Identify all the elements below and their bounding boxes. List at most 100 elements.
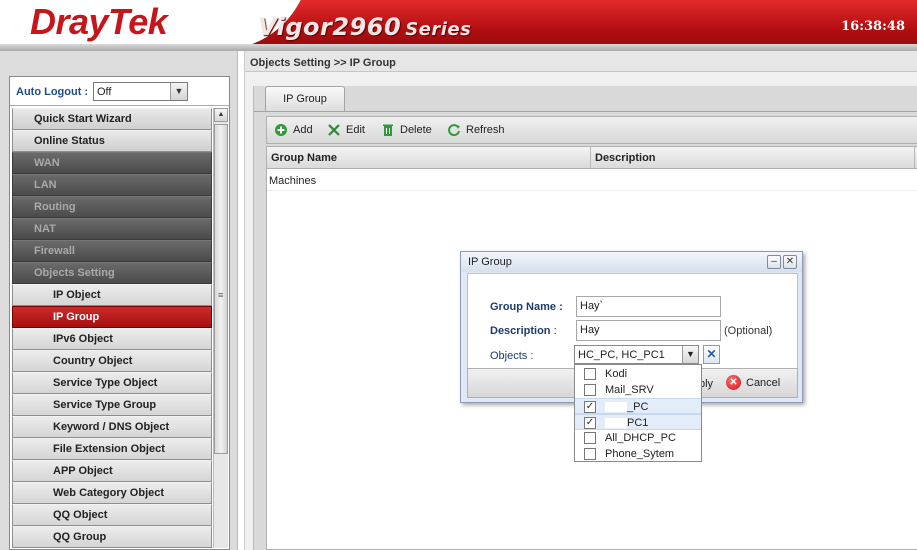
cancel-icon: ✕ (726, 375, 741, 390)
close-icon[interactable]: ✕ (783, 255, 797, 269)
clear-icon: ✕ (706, 347, 717, 361)
sidebar-item-ip-object[interactable]: IP Object (12, 284, 212, 306)
minimize-icon[interactable]: – (767, 255, 781, 269)
option-label: PC1 (605, 417, 648, 429)
description-input[interactable]: Hay (576, 320, 721, 341)
sidebar-item-ipv6-object[interactable]: IPv6 Object (12, 328, 212, 350)
model-name: Vigor2960 (258, 13, 402, 41)
refresh-button[interactable]: Refresh (447, 123, 505, 137)
refresh-icon (448, 124, 460, 137)
sidebar-item-routing[interactable]: Routing (12, 196, 212, 218)
group-name-input[interactable]: Hay` (576, 296, 721, 317)
checkbox-unchecked[interactable] (584, 448, 596, 460)
sidebar-item-objects-setting[interactable]: Objects Setting (12, 262, 212, 284)
cancel-label: Cancel (746, 376, 781, 389)
sidebar-item-online-status[interactable]: Online Status (12, 130, 212, 152)
sidebar-item-qq-group[interactable]: QQ Group (12, 526, 212, 548)
sidebar-item-qq-object[interactable]: QQ Object (12, 504, 212, 526)
edit-icon (328, 124, 340, 136)
description-label-text: Description (490, 325, 551, 337)
description-label-colon: : (550, 325, 557, 337)
option-label: All_DHCP_PC (605, 432, 676, 444)
sidebar-item-firewall[interactable]: Firewall (12, 240, 212, 262)
sidebar-item-country-object[interactable]: Country Object (12, 350, 212, 372)
dropdown-option-mail-srv[interactable]: Mail_SRV (575, 382, 701, 398)
auto-logout-bar: Auto Logout : Off ▼ (10, 77, 229, 106)
grip-icon: ≡ (218, 290, 224, 300)
tab-ip-group[interactable]: IP Group (265, 86, 345, 112)
dialog-titlebar: IP Group – ✕ (461, 252, 802, 272)
sidebar-item-lan[interactable]: LAN (12, 174, 212, 196)
sidebar-item-keyword-dns-object[interactable]: Keyword / DNS Object (12, 416, 212, 438)
scroll-up-icon[interactable]: ▲ (214, 108, 228, 122)
tab-divider (254, 111, 917, 112)
checkbox-checked[interactable]: ✓ (584, 401, 596, 413)
checkbox-unchecked[interactable] (584, 368, 596, 380)
group-name-label: Group Name : (490, 301, 563, 313)
toolbar: Add Edit Delete Refresh (266, 116, 917, 144)
auto-logout-select[interactable]: Off ▼ (93, 82, 188, 101)
table-cell-group-name: Machines (269, 175, 317, 187)
sidebar-item-service-type-object[interactable]: Service Type Object (12, 372, 212, 394)
chevron-down-icon[interactable]: ▼ (170, 83, 187, 100)
optional-hint: (Optional) (724, 325, 773, 337)
edit-button[interactable]: Edit (327, 123, 365, 137)
sidebar-item-nat[interactable]: NAT (12, 218, 212, 240)
option-label: Kodi (605, 368, 628, 380)
system-clock: 16:38:48 (841, 19, 905, 34)
sidebar-item-quick-start-wizard[interactable]: Quick Start Wizard (12, 108, 212, 130)
dropdown-option-hc-pc1[interactable]: ✓ PC1 (575, 414, 701, 430)
table-header: Group Name Description (267, 147, 917, 169)
breadcrumb: Objects Setting >> IP Group (250, 57, 396, 69)
sidebar-item-wan[interactable]: WAN (12, 152, 212, 174)
refresh-label: Refresh (466, 124, 505, 136)
option-label: Phone_Sytem (605, 448, 675, 460)
checkbox-unchecked[interactable] (584, 432, 596, 444)
clear-objects-button[interactable]: ✕ (703, 345, 720, 364)
objects-select[interactable]: HC_PC, HC_PC1 ▼ (574, 345, 699, 364)
scrollbar-thumb[interactable]: ≡ (214, 124, 228, 454)
dropdown-option-all-dhcp-pc[interactable]: All_DHCP_PC (575, 430, 701, 446)
dialog-title: IP Group (468, 256, 512, 268)
option-label-text: _PC (627, 401, 649, 413)
sidebar-scrollbar[interactable]: ▲ ≡ (213, 108, 228, 548)
dropdown-option-phone-sytem[interactable]: Phone_Sytem (575, 446, 701, 462)
option-label: Mail_SRV (605, 384, 654, 396)
model-title: Vigor2960 Series (258, 13, 471, 41)
dropdown-option-kodi[interactable]: Kodi (575, 366, 701, 382)
checkbox-checked[interactable]: ✓ (584, 417, 596, 429)
add-label: Add (293, 124, 313, 136)
delete-label: Delete (400, 124, 432, 136)
dropdown-option-hc-pc[interactable]: ✓ _PC (575, 398, 701, 414)
sidebar-frame: Auto Logout : Off ▼ Quick Start Wizard O… (0, 51, 238, 550)
redacted-text (605, 402, 627, 413)
option-label-text: PC1 (627, 417, 649, 429)
objects-label: Objects : (490, 350, 534, 362)
add-icon (275, 124, 287, 136)
cancel-button[interactable]: ✕ Cancel (726, 375, 780, 390)
delete-button[interactable]: Delete (381, 123, 432, 137)
column-divider (914, 147, 915, 169)
add-button[interactable]: Add (274, 123, 313, 137)
sidebar-item-service-type-group[interactable]: Service Type Group (12, 394, 212, 416)
sidebar-menu: Quick Start Wizard Online Status WAN LAN… (12, 108, 212, 548)
column-header-group-name[interactable]: Group Name (271, 152, 337, 164)
column-header-description[interactable]: Description (595, 152, 656, 164)
option-label: _PC (605, 401, 648, 413)
sidebar-item-app-object[interactable]: APP Object (12, 460, 212, 482)
sidebar-item-file-extension-object[interactable]: File Extension Object (12, 438, 212, 460)
model-series: Series (405, 19, 472, 40)
app-header: DrayTek Vigor2960 Series 16:38:48 (0, 0, 917, 51)
description-label: Description : (490, 325, 557, 337)
header-band (0, 44, 917, 51)
objects-select-value: HC_PC, HC_PC1 (578, 349, 665, 361)
auto-logout-value: Off (97, 86, 112, 98)
checkbox-unchecked[interactable] (584, 384, 596, 396)
column-divider (590, 147, 591, 169)
auto-logout-label: Auto Logout : (16, 86, 89, 98)
sidebar-item-ip-group[interactable]: IP Group (12, 306, 212, 328)
brand-logo: DrayTek (30, 1, 168, 42)
sidebar-item-web-category-object[interactable]: Web Category Object (12, 482, 212, 504)
chevron-down-icon[interactable]: ▼ (682, 346, 698, 363)
table-row[interactable]: Machines (267, 170, 917, 191)
